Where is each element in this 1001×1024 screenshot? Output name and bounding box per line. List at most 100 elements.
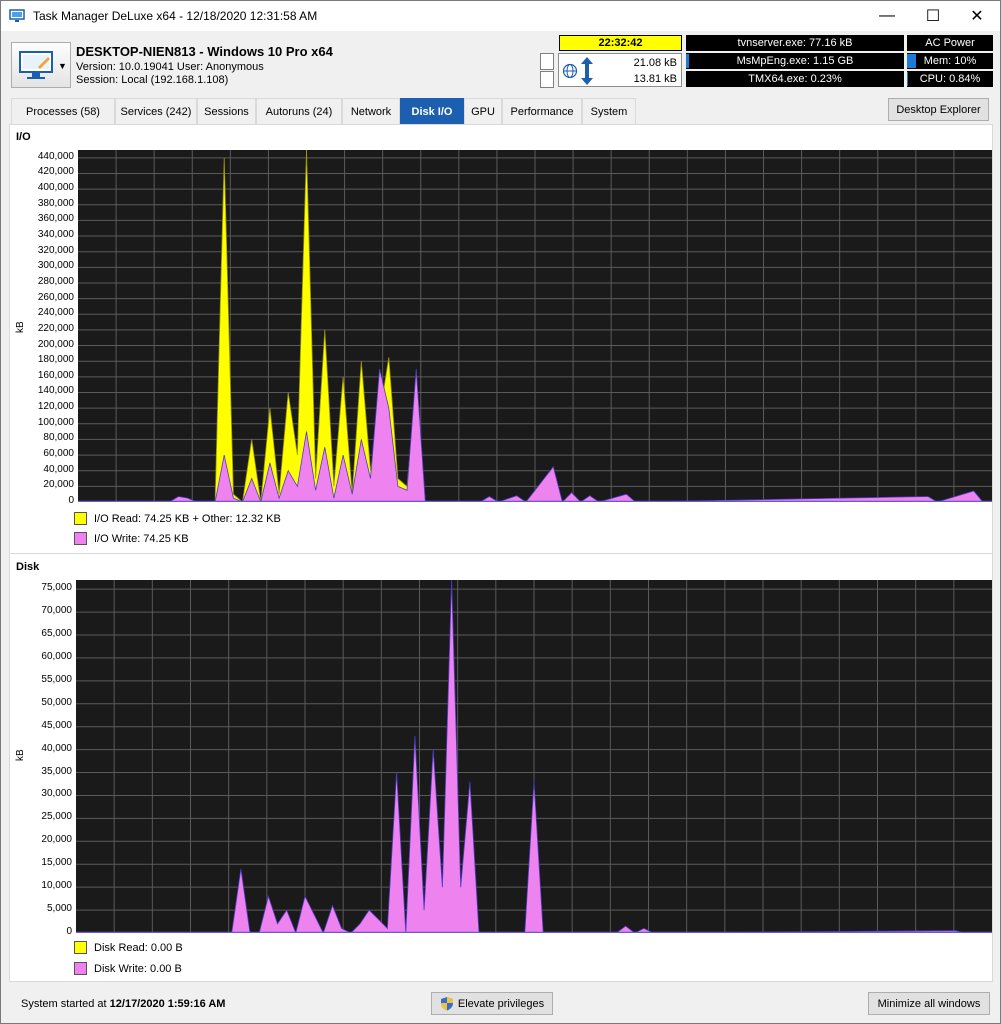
system-started-text: System started at 12/17/2020 1:59:16 AM xyxy=(21,998,225,1010)
up-down-arrow-icon xyxy=(581,57,593,85)
shield-icon xyxy=(440,997,453,1011)
tab-performance[interactable]: Performance xyxy=(502,98,582,124)
io-panel-title: I/O xyxy=(16,131,31,143)
io-y-tick-label: 120,000 xyxy=(37,401,74,413)
uptime-clock: 22:32:42 xyxy=(559,35,682,51)
io-write-swatch xyxy=(74,532,87,545)
disk-y-tick-label: 0 xyxy=(66,926,72,937)
top-process-1: tvnserver.exe: 77.16 kB xyxy=(686,35,904,51)
disk-y-tick-label: 70,000 xyxy=(41,605,72,617)
disk-y-tick-label: 15,000 xyxy=(41,857,72,869)
tab-bar: Processes (58) Services (242) Sessions A… xyxy=(9,98,994,124)
io-y-tick-label: 0 xyxy=(68,495,74,506)
minimize-all-windows-button[interactable]: Minimize all windows xyxy=(868,992,990,1015)
host-select-button[interactable]: ▼ xyxy=(11,42,71,88)
io-chart xyxy=(78,149,992,504)
top-process-3: TMX64.exe: 0.23% xyxy=(686,71,904,87)
tab-disk-io[interactable]: Disk I/O xyxy=(400,98,464,124)
io-y-tick-label: 320,000 xyxy=(37,244,74,256)
disk-y-tick-label: 60,000 xyxy=(41,650,72,662)
io-read-legend-label: I/O Read: 74.25 KB + Other: 12.32 KB xyxy=(94,512,281,525)
io-y-tick-label: 300,000 xyxy=(37,260,74,272)
version-line: Version: 10.0.19041 User: Anonymous xyxy=(76,61,264,73)
disk-panel-title: Disk xyxy=(16,561,40,573)
disk-y-tick-label: 45,000 xyxy=(41,719,72,731)
toggle-box-1[interactable] xyxy=(540,53,554,70)
tab-services[interactable]: Services (242) xyxy=(115,98,197,124)
net-upload-value: 13.81 kB xyxy=(633,73,677,85)
top-process-2: MsMpEng.exe: 1.15 GB xyxy=(686,53,904,69)
io-y-tick-label: 360,000 xyxy=(37,213,74,225)
maximize-button[interactable]: ☐ xyxy=(910,1,956,31)
io-y-tick-label: 220,000 xyxy=(37,322,74,334)
host-name: DESKTOP-NIEN813 - Windows 10 Pro x64 xyxy=(76,44,333,59)
disk-legend-write: Disk Write: 0.00 B xyxy=(74,962,182,975)
disk-io-content: I/O kB 0 20,000 40,000 60,000 80,000 100,000 1… xyxy=(9,124,993,982)
disk-y-tick-label: 30,000 xyxy=(41,788,72,800)
tab-sessions[interactable]: Sessions xyxy=(197,98,256,124)
disk-y-tick-label: 50,000 xyxy=(41,696,72,708)
globe-icon xyxy=(562,63,578,79)
disk-y-tick-label: 40,000 xyxy=(41,742,72,754)
title-bar: Task Manager DeLuxe x64 - 12/18/2020 12:… xyxy=(1,1,1000,31)
tab-network[interactable]: Network xyxy=(342,98,400,124)
disk-y-tick-label: 10,000 xyxy=(41,880,72,892)
io-legend-read: I/O Read: 74.25 KB + Other: 12.32 KB xyxy=(74,512,281,525)
io-y-tick-label: 340,000 xyxy=(37,229,74,241)
io-y-tick-label: 280,000 xyxy=(37,275,74,287)
io-y-tick-label: 40,000 xyxy=(43,463,74,475)
io-y-tick-label: 160,000 xyxy=(37,369,74,381)
task-manager-window: Task Manager DeLuxe x64 - 12/18/2020 12:… xyxy=(0,0,1001,1024)
tab-gpu[interactable]: GPU xyxy=(464,98,502,124)
io-y-tick-label: 400,000 xyxy=(37,182,74,194)
desktop-explorer-button[interactable]: Desktop Explorer xyxy=(888,98,989,121)
net-download-value: 21.08 kB xyxy=(633,57,677,69)
tab-system[interactable]: System xyxy=(582,98,636,124)
session-line: Session: Local (192.168.1.108) xyxy=(76,74,229,86)
disk-y-tick-label: 35,000 xyxy=(41,765,72,777)
toggle-box-2[interactable] xyxy=(540,71,554,88)
io-y-tick-label: 240,000 xyxy=(37,307,74,319)
disk-write-swatch xyxy=(74,962,87,975)
disk-y-tick-label: 20,000 xyxy=(41,834,72,846)
elevate-privileges-button[interactable]: Elevate privileges xyxy=(431,992,553,1015)
io-y-tick-label: 140,000 xyxy=(37,385,74,397)
disk-y-tick-label: 5,000 xyxy=(46,903,72,915)
io-y-tick-label: 440,000 xyxy=(37,150,74,162)
disk-read-legend-label: Disk Read: 0.00 B xyxy=(94,941,183,954)
disk-read-swatch xyxy=(74,941,87,954)
disk-y-tick-label: 25,000 xyxy=(41,811,72,823)
elevate-privileges-label: Elevate privileges xyxy=(457,997,545,1010)
io-read-swatch xyxy=(74,512,87,525)
disk-y-tick-label: 75,000 xyxy=(41,582,72,594)
io-y-tick-label: 200,000 xyxy=(37,338,74,350)
io-write-legend-label: I/O Write: 74.25 KB xyxy=(94,532,189,545)
io-y-tick-label: 380,000 xyxy=(37,197,74,209)
panel-divider xyxy=(10,553,992,554)
disk-legend-read: Disk Read: 0.00 B xyxy=(74,941,183,954)
network-traffic-box: 21.08 kB 13.81 kB xyxy=(558,53,682,87)
io-y-tick-label: 80,000 xyxy=(43,432,74,444)
io-y-tick-label: 60,000 xyxy=(43,448,74,460)
disk-chart xyxy=(76,579,992,935)
disk-y-tick-label: 55,000 xyxy=(41,673,72,685)
cpu-usage: CPU: 0.84% xyxy=(907,71,993,87)
io-y-tick-label: 20,000 xyxy=(43,479,74,491)
system-started-label: System started at xyxy=(21,998,107,1010)
minimize-button[interactable]: — xyxy=(864,1,910,31)
system-started-value: 12/17/2020 1:59:16 AM xyxy=(109,998,226,1010)
disk-write-legend-label: Disk Write: 0.00 B xyxy=(94,962,182,975)
close-button[interactable]: ✕ xyxy=(954,1,1000,31)
disk-y-tick-label: 65,000 xyxy=(41,628,72,639)
tab-autoruns[interactable]: Autoruns (24) xyxy=(256,98,342,124)
io-y-tick-label: 420,000 xyxy=(37,166,74,178)
window-title: Task Manager DeLuxe x64 - 12/18/2020 12:… xyxy=(33,9,318,23)
io-y-tick-label: 260,000 xyxy=(37,291,74,303)
io-legend-write: I/O Write: 74.25 KB xyxy=(74,532,189,545)
io-y-tick-label: 180,000 xyxy=(37,354,74,366)
io-chart-svg xyxy=(78,149,992,504)
disk-chart-svg xyxy=(76,579,992,935)
header: ▼ DESKTOP-NIEN813 - Windows 10 Pro x64 V… xyxy=(1,31,1000,93)
tab-processes[interactable]: Processes (58) xyxy=(11,98,115,124)
power-status: AC Power xyxy=(907,35,993,51)
